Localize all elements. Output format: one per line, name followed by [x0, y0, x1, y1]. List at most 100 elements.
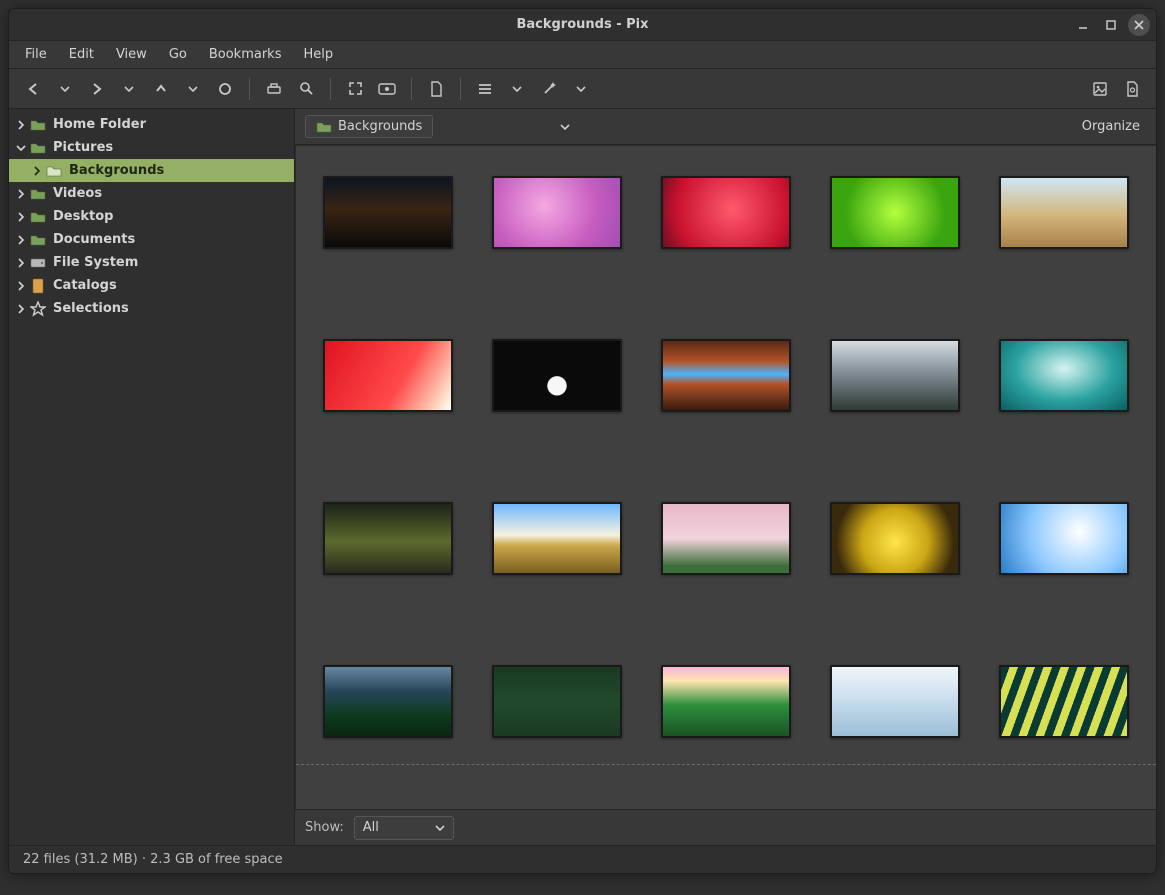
- thumbnail[interactable]: [312, 665, 463, 738]
- location-label: Backgrounds: [338, 119, 422, 134]
- chevron-right-icon[interactable]: [13, 278, 29, 294]
- thumbnail[interactable]: [820, 339, 971, 412]
- thumbnail[interactable]: [312, 176, 463, 249]
- chevron-right-icon[interactable]: [13, 186, 29, 202]
- thumbnail[interactable]: [312, 339, 463, 412]
- thumbnail-image: [661, 502, 791, 575]
- toolbar-separator: [330, 78, 331, 100]
- location-bar: Backgrounds Organize: [295, 109, 1156, 145]
- view-menu-button[interactable]: [503, 75, 531, 103]
- tree-item-catalogs[interactable]: Catalogs: [9, 274, 294, 297]
- chevron-right-icon[interactable]: [13, 255, 29, 271]
- thumbnail[interactable]: [989, 665, 1140, 738]
- catalog-icon: [29, 277, 47, 295]
- fullscreen-icon: [348, 81, 363, 96]
- minimize-icon: [1077, 19, 1089, 31]
- thumbnail[interactable]: [481, 665, 632, 738]
- file-edit-icon: [1125, 81, 1139, 97]
- tree-item-videos[interactable]: Videos: [9, 182, 294, 205]
- thumbnail-image: [323, 176, 453, 249]
- menu-bookmarks[interactable]: Bookmarks: [199, 43, 292, 66]
- image-info-icon: [1092, 81, 1108, 97]
- nav-up-button[interactable]: [147, 75, 175, 103]
- star-icon: [29, 300, 47, 318]
- tree-item-pictures[interactable]: Pictures: [9, 136, 294, 159]
- tree-item-file-system[interactable]: File System: [9, 251, 294, 274]
- menu-help[interactable]: Help: [293, 43, 343, 66]
- thumbnail[interactable]: [481, 176, 632, 249]
- view-list-button[interactable]: [471, 75, 499, 103]
- minimize-button[interactable]: [1072, 14, 1094, 36]
- folder-icon: [316, 120, 332, 134]
- drive-icon: [29, 254, 47, 272]
- nav-stop-button[interactable]: [211, 75, 239, 103]
- thumbnail[interactable]: [820, 176, 971, 249]
- nav-history-menu[interactable]: [179, 75, 207, 103]
- thumbnail[interactable]: [989, 502, 1140, 575]
- tree-item-documents[interactable]: Documents: [9, 228, 294, 251]
- edit-image-button[interactable]: [1118, 75, 1146, 103]
- sidebar[interactable]: Home FolderPictures Backgrounds VideosDesk…: [9, 109, 295, 845]
- location-breadcrumb[interactable]: Backgrounds: [305, 115, 433, 138]
- chevron-right-icon[interactable]: [29, 163, 45, 179]
- thumbnail-image: [323, 502, 453, 575]
- toolbar: [9, 69, 1156, 109]
- arrow-right-icon: [90, 82, 104, 96]
- chevron-right-icon[interactable]: [13, 232, 29, 248]
- thumbnail[interactable]: [989, 339, 1140, 412]
- tree-item-label: Backgrounds: [69, 163, 164, 178]
- filter-label: Show:: [305, 820, 344, 835]
- thumbnail[interactable]: [650, 339, 801, 412]
- search-button[interactable]: [292, 75, 320, 103]
- location-dropdown[interactable]: [553, 122, 577, 132]
- thumbnail[interactable]: [650, 502, 801, 575]
- thumbnail[interactable]: [650, 176, 801, 249]
- menu-view[interactable]: View: [106, 43, 157, 66]
- print-button[interactable]: [260, 75, 288, 103]
- window-title: Backgrounds - Pix: [516, 17, 648, 32]
- thumbnail[interactable]: [989, 176, 1140, 249]
- organize-button[interactable]: Organize: [1076, 115, 1146, 138]
- new-file-button[interactable]: [422, 75, 450, 103]
- properties-button[interactable]: [1086, 75, 1114, 103]
- chevron-right-icon[interactable]: [13, 301, 29, 317]
- chevron-down-icon: [188, 84, 198, 94]
- thumbnail[interactable]: [820, 502, 971, 575]
- thumbnail-viewport[interactable]: [295, 145, 1156, 809]
- tree-item-home-folder[interactable]: Home Folder: [9, 113, 294, 136]
- tree-item-selections[interactable]: Selections: [9, 297, 294, 320]
- tools-button[interactable]: [535, 75, 563, 103]
- chevron-down-icon[interactable]: [13, 140, 29, 156]
- thumbnail-image: [492, 339, 622, 412]
- close-button[interactable]: [1128, 14, 1150, 36]
- chevron-right-icon[interactable]: [13, 209, 29, 225]
- slideshow-button[interactable]: [373, 75, 401, 103]
- tree-item-backgrounds[interactable]: Backgrounds: [9, 159, 294, 182]
- nav-forward-button[interactable]: [83, 75, 111, 103]
- nav-back-button[interactable]: [19, 75, 47, 103]
- nav-forward-menu[interactable]: [115, 75, 143, 103]
- thumbnail-image: [492, 176, 622, 249]
- chevron-right-icon[interactable]: [13, 117, 29, 133]
- thumbnail-image: [999, 176, 1129, 249]
- arrow-left-icon: [26, 82, 40, 96]
- maximize-button[interactable]: [1100, 14, 1122, 36]
- menu-edit[interactable]: Edit: [59, 43, 104, 66]
- tree-item-label: Catalogs: [53, 278, 117, 293]
- thumbnail[interactable]: [650, 665, 801, 738]
- tree-item-desktop[interactable]: Desktop: [9, 205, 294, 228]
- thumbnail[interactable]: [481, 502, 632, 575]
- thumbnail[interactable]: [820, 665, 971, 738]
- tools-menu-button[interactable]: [567, 75, 595, 103]
- thumbnail-image: [492, 502, 622, 575]
- menu-file[interactable]: File: [15, 43, 57, 66]
- filter-select[interactable]: All: [354, 816, 454, 840]
- menu-go[interactable]: Go: [159, 43, 197, 66]
- nav-back-menu[interactable]: [51, 75, 79, 103]
- print-icon: [266, 82, 282, 96]
- thumbnail[interactable]: [312, 502, 463, 575]
- pane-divider[interactable]: [296, 764, 1156, 765]
- thumbnail[interactable]: [481, 339, 632, 412]
- fullscreen-button[interactable]: [341, 75, 369, 103]
- thumbnail-image: [323, 665, 453, 738]
